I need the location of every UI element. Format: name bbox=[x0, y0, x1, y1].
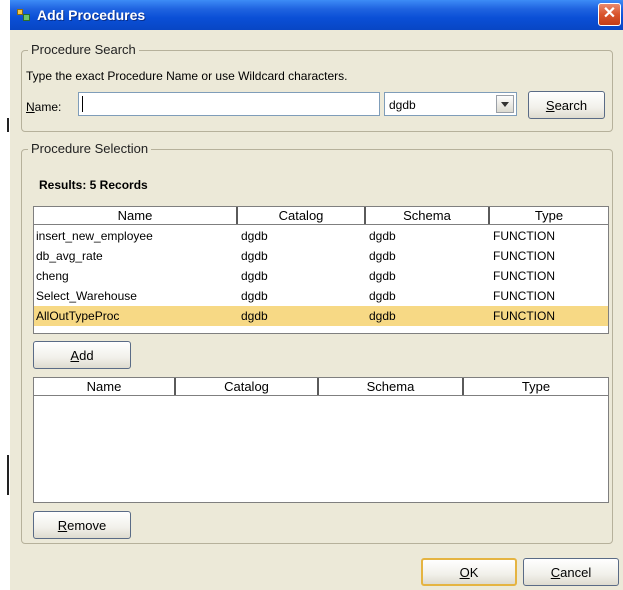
chevron-down-icon bbox=[501, 102, 509, 107]
cell-catalog: dgdb bbox=[241, 269, 268, 283]
close-icon: ✕ bbox=[602, 5, 617, 22]
procedure-search-legend: Procedure Search bbox=[28, 42, 139, 57]
ok-button[interactable]: OK bbox=[421, 558, 517, 586]
table-row[interactable]: db_avg_rate dgdb dgdb FUNCTION bbox=[34, 246, 608, 266]
search-button[interactable]: Search bbox=[528, 91, 605, 119]
app-icon bbox=[16, 7, 32, 23]
add-button[interactable]: Add bbox=[33, 341, 131, 369]
cell-schema: dgdb bbox=[369, 249, 396, 263]
column-header-type[interactable]: Type bbox=[464, 378, 608, 395]
cell-catalog: dgdb bbox=[241, 309, 268, 323]
column-header-catalog[interactable]: Catalog bbox=[238, 207, 366, 224]
search-hint: Type the exact Procedure Name or use Wil… bbox=[26, 69, 348, 83]
cell-type: FUNCTION bbox=[493, 249, 555, 263]
cell-name: insert_new_employee bbox=[36, 229, 153, 243]
results-table: Name Catalog Schema Type insert_new_empl… bbox=[33, 206, 609, 334]
remove-button[interactable]: Remove bbox=[33, 511, 131, 539]
cell-type: FUNCTION bbox=[493, 289, 555, 303]
cancel-button[interactable]: Cancel bbox=[523, 558, 619, 586]
table-row[interactable]: AllOutTypeProc dgdb dgdb FUNCTION bbox=[34, 306, 608, 326]
results-table-header: Name Catalog Schema Type bbox=[34, 207, 608, 225]
cell-catalog: dgdb bbox=[241, 229, 268, 243]
selected-procedures-table: Name Catalog Schema Type bbox=[33, 377, 609, 503]
cell-type: FUNCTION bbox=[493, 309, 555, 323]
table-row[interactable]: insert_new_employee dgdb dgdb FUNCTION bbox=[34, 226, 608, 246]
column-header-schema[interactable]: Schema bbox=[319, 378, 464, 395]
cell-type: FUNCTION bbox=[493, 269, 555, 283]
catalog-selected-value: dgdb bbox=[389, 98, 416, 112]
cell-schema: dgdb bbox=[369, 289, 396, 303]
text-caret bbox=[82, 96, 83, 112]
cell-name: db_avg_rate bbox=[36, 249, 103, 263]
column-header-type[interactable]: Type bbox=[490, 207, 608, 224]
title-bar[interactable]: Add Procedures ✕ bbox=[10, 0, 623, 30]
cell-name: cheng bbox=[36, 269, 69, 283]
cell-catalog: dgdb bbox=[241, 289, 268, 303]
column-header-name[interactable]: Name bbox=[34, 207, 238, 224]
procedure-search-group: Procedure Search Type the exact Procedur… bbox=[21, 42, 613, 132]
edge-mark bbox=[7, 455, 9, 495]
selected-table-header: Name Catalog Schema Type bbox=[34, 378, 608, 396]
cell-catalog: dgdb bbox=[241, 249, 268, 263]
edge-mark bbox=[7, 118, 9, 132]
cell-type: FUNCTION bbox=[493, 229, 555, 243]
cell-schema: dgdb bbox=[369, 229, 396, 243]
column-header-catalog[interactable]: Catalog bbox=[176, 378, 319, 395]
table-row[interactable]: Select_Warehouse dgdb dgdb FUNCTION bbox=[34, 286, 608, 306]
column-header-name[interactable]: Name bbox=[34, 378, 176, 395]
cell-schema: dgdb bbox=[369, 269, 396, 283]
name-label: Name: bbox=[26, 100, 62, 114]
procedure-selection-group: Procedure Selection Results: 5 Records N… bbox=[21, 141, 613, 544]
background-edge bbox=[0, 0, 10, 590]
cell-schema: dgdb bbox=[369, 309, 396, 323]
close-button[interactable]: ✕ bbox=[598, 3, 621, 26]
column-header-schema[interactable]: Schema bbox=[366, 207, 490, 224]
procedure-name-input[interactable] bbox=[78, 92, 380, 116]
catalog-combo[interactable]: dgdb bbox=[384, 92, 517, 116]
procedure-selection-legend: Procedure Selection bbox=[28, 141, 152, 156]
results-count: Results: 5 Records bbox=[39, 178, 148, 192]
add-procedures-dialog: Add Procedures ✕ Procedure Search Type t… bbox=[10, 0, 623, 590]
window-title: Add Procedures bbox=[37, 7, 146, 23]
table-row[interactable]: cheng dgdb dgdb FUNCTION bbox=[34, 266, 608, 286]
cell-name: Select_Warehouse bbox=[36, 289, 137, 303]
cell-name: AllOutTypeProc bbox=[36, 309, 120, 323]
combo-dropdown-button[interactable] bbox=[496, 95, 514, 113]
